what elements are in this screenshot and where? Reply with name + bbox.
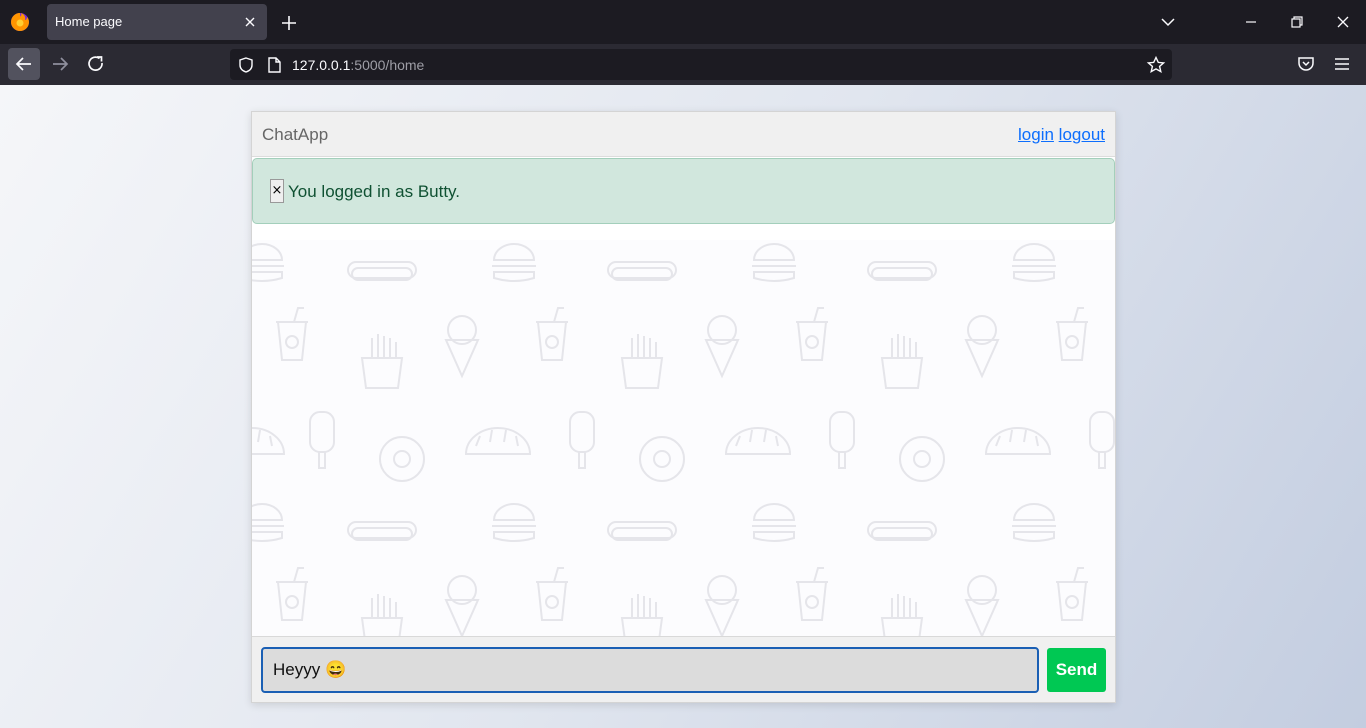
pattern-row-4 [252, 503, 1057, 542]
close-icon[interactable] [241, 13, 259, 31]
hamburger-menu-icon[interactable] [1332, 54, 1352, 74]
minimize-icon[interactable] [1240, 11, 1262, 33]
pocket-icon[interactable] [1296, 54, 1316, 74]
chat-card: ChatApp login logout × You logged in as … [251, 111, 1116, 703]
forward-arrow-icon [53, 57, 69, 71]
alert-message: You logged in as Butty. [288, 182, 461, 201]
alert-close-button[interactable]: × [270, 179, 284, 203]
card-header: ChatApp login logout [252, 112, 1115, 157]
reload-icon [88, 56, 103, 71]
url-bar[interactable]: 127.0.0.1:5000/home [230, 49, 1172, 80]
close-window-icon[interactable] [1332, 11, 1354, 33]
send-button[interactable]: Send [1047, 648, 1106, 692]
forward-button[interactable] [44, 48, 76, 80]
pattern-row-1 [252, 243, 1057, 282]
login-link[interactable]: login [1018, 125, 1054, 144]
navigation-bar: 127.0.0.1:5000/home [0, 44, 1366, 85]
plus-icon[interactable] [278, 12, 300, 34]
browser-tab[interactable]: Home page [47, 4, 267, 40]
url-text: 127.0.0.1:5000/home [292, 57, 425, 73]
login-success-alert: × You logged in as Butty. [252, 158, 1115, 224]
pattern-row-3 [252, 411, 1115, 482]
food-pattern-background [252, 243, 1115, 637]
tab-title: Home page [55, 14, 123, 29]
shield-icon[interactable] [236, 55, 256, 75]
message-area [252, 240, 1115, 637]
message-composer: Send [252, 636, 1115, 702]
star-icon[interactable] [1146, 55, 1166, 75]
logout-link[interactable]: logout [1059, 125, 1105, 144]
page-background: ChatApp login logout × You logged in as … [0, 85, 1366, 728]
chevron-down-icon[interactable] [1157, 11, 1179, 33]
pattern-row-5 [275, 567, 1089, 637]
back-button[interactable] [8, 48, 40, 80]
brand-title: ChatApp [262, 125, 329, 144]
message-input[interactable] [261, 647, 1039, 693]
restore-icon[interactable] [1286, 11, 1308, 33]
tab-bar: Home page [0, 0, 1366, 44]
page-icon[interactable] [265, 55, 283, 75]
firefox-logo[interactable] [9, 11, 31, 33]
auth-links: login logout [1018, 125, 1105, 145]
reload-button[interactable] [80, 48, 112, 80]
back-arrow-icon [15, 57, 31, 71]
pattern-row-2 [275, 307, 1089, 389]
